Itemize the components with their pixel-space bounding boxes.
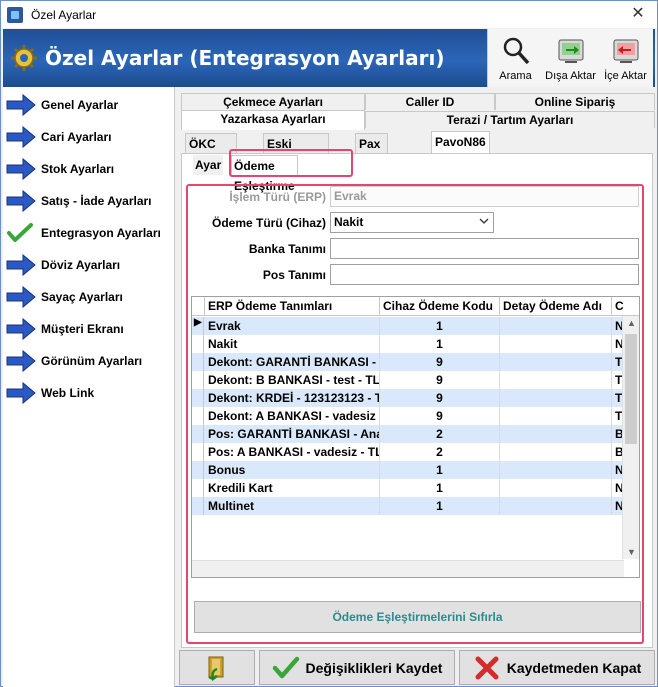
- settings-panel: Çekmece Ayarları Caller ID Online Sipari…: [177, 88, 657, 648]
- arrow-right-icon: [6, 189, 36, 213]
- sidebar-item-label: Web Link: [41, 386, 95, 400]
- sidebar-item-satis-iade[interactable]: Satış - İade Ayarları: [3, 185, 175, 217]
- exit-door-icon: [208, 656, 224, 681]
- sidebar-item-musteri-ekrani[interactable]: Müşteri Ekranı: [3, 313, 175, 345]
- header-title: Özel Ayarlar (Entegrasyon Ayarları): [45, 46, 445, 70]
- search-label: Arama: [499, 70, 532, 82]
- magnifier-icon: [503, 37, 529, 65]
- tab-terazi[interactable]: Terazi / Tartım Ayarları: [365, 111, 655, 128]
- tab-pavon86-vuk-507[interactable]: PavoN86 VUK 507: [431, 131, 490, 169]
- sidebar-item-cari[interactable]: Cari Ayarları: [3, 121, 175, 153]
- export-button[interactable]: Dışa Aktar: [543, 29, 598, 87]
- window-title: Özel Ayarlar: [31, 7, 97, 22]
- settings-window: Özel Ayarlar ✕ Özel Ayarlar (Entegrasyon…: [0, 0, 658, 687]
- arrow-right-icon: [6, 93, 36, 117]
- sidebar-item-entegrasyon[interactable]: Entegrasyon Ayarları: [3, 217, 175, 249]
- arrow-right-icon: [6, 125, 36, 149]
- sidebar-item-label: Görünüm Ayarları: [41, 354, 143, 368]
- search-button[interactable]: Arama: [488, 29, 543, 87]
- sidebar-item-doviz[interactable]: Döviz Ayarları: [3, 249, 175, 281]
- arrow-right-icon: [6, 253, 36, 277]
- sidebar-item-label: Entegrasyon Ayarları: [41, 226, 161, 240]
- header-banner: Özel Ayarlar (Entegrasyon Ayarları) Aram…: [3, 29, 655, 87]
- export-icon: [558, 39, 583, 63]
- import-button[interactable]: İçe Aktar: [598, 29, 653, 87]
- arrow-right-icon: [6, 285, 36, 309]
- arrow-right-icon: [6, 349, 36, 373]
- cross-icon: [475, 656, 499, 679]
- close-without-saving-label: Kaydetmeden Kapat: [506, 659, 642, 676]
- export-label: Dışa Aktar: [545, 70, 596, 82]
- sidebar-item-label: Stok Ayarları: [41, 162, 115, 176]
- sidebar: Genel Ayarlar Cari Ayarları Stok Ayarlar…: [3, 87, 175, 687]
- sidebar-item-sayac[interactable]: Sayaç Ayarları: [3, 281, 175, 313]
- exit-button[interactable]: [179, 650, 255, 685]
- tab-cekmece[interactable]: Çekmece Ayarları: [181, 93, 365, 110]
- sidebar-item-label: Genel Ayarlar: [41, 98, 119, 112]
- tab-ayar[interactable]: Ayar: [193, 155, 224, 175]
- highlight-frame: [186, 184, 644, 644]
- checkmark-icon: [7, 223, 33, 242]
- tab-caller-id[interactable]: Caller ID: [365, 93, 495, 110]
- sidebar-item-genel[interactable]: Genel Ayarlar: [3, 89, 175, 121]
- checkmark-icon: [272, 656, 299, 678]
- tab-pax-vuk-507[interactable]: Pax VUK 507: [355, 133, 389, 191]
- gear-icon: [11, 45, 37, 71]
- save-changes-button[interactable]: Değişiklikleri Kaydet: [259, 650, 455, 685]
- sidebar-item-label: Sayaç Ayarları: [41, 290, 123, 304]
- category-tabs: Çekmece Ayarları Caller ID Online Sipari…: [179, 91, 655, 131]
- bottom-bar: Değişiklikleri Kaydet Kaydetmeden Kapat: [177, 648, 657, 686]
- sidebar-item-web-link[interactable]: Web Link: [3, 377, 175, 409]
- arrow-right-icon: [6, 317, 36, 341]
- arrow-right-icon: [6, 157, 36, 181]
- app-icon: [7, 6, 23, 23]
- highlight-frame: [229, 149, 353, 177]
- tab-yazarkasa[interactable]: Yazarkasa Ayarları: [181, 110, 365, 130]
- reset-mapping-button[interactable]: Ödeme Eşleştirmelerini Sıfırla: [194, 601, 641, 633]
- tab-online-siparis[interactable]: Online Sipariş: [495, 93, 655, 110]
- import-icon: [613, 39, 638, 63]
- save-changes-label: Değişiklikleri Kaydet: [305, 659, 443, 676]
- sidebar-item-gorunum[interactable]: Görünüm Ayarları: [3, 345, 175, 377]
- title-bar: Özel Ayarlar ✕: [1, 1, 657, 28]
- sidebar-item-label: Müşteri Ekranı: [41, 322, 124, 336]
- sidebar-item-label: Cari Ayarları: [41, 130, 112, 144]
- sidebar-item-stok[interactable]: Stok Ayarları: [3, 153, 175, 185]
- sidebar-item-label: Döviz Ayarları: [41, 258, 121, 272]
- close-without-saving-button[interactable]: Kaydetmeden Kapat: [459, 650, 655, 685]
- close-icon[interactable]: ✕: [627, 4, 649, 24]
- import-label: İçe Aktar: [604, 70, 647, 82]
- toolbar: Arama Dışa Aktar İçe Aktar: [487, 29, 653, 87]
- arrow-right-icon: [6, 381, 36, 405]
- sidebar-item-label: Satış - İade Ayarları: [41, 194, 152, 208]
